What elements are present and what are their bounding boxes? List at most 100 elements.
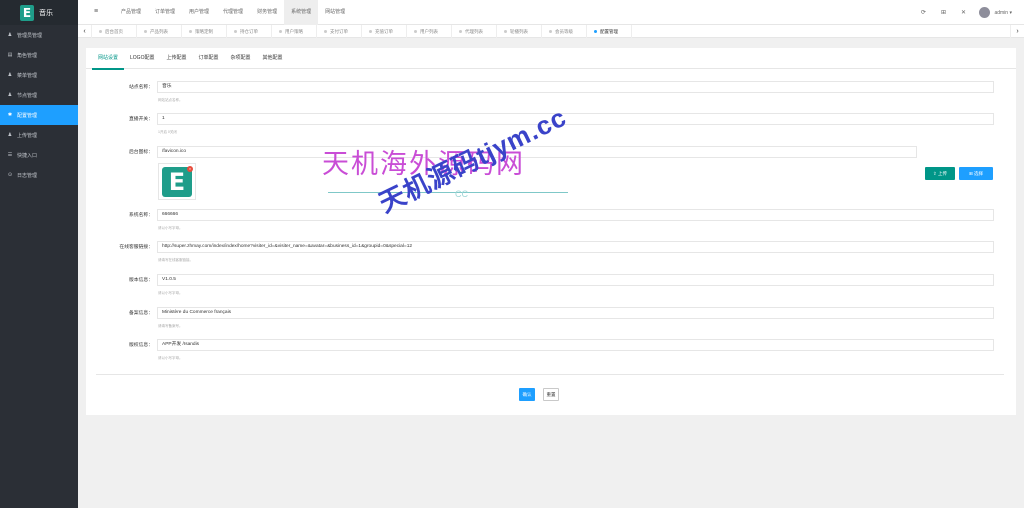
- top-menu-item[interactable]: 产品管理: [114, 0, 148, 25]
- page-tab-label: 代理列表: [465, 28, 483, 34]
- top-menu-item[interactable]: 代理管理: [216, 0, 250, 25]
- sidebar-item-label: 上传管理: [17, 132, 38, 139]
- tab-dot-icon: [414, 30, 417, 33]
- field-hint: 请填写在线客服链接。: [158, 258, 193, 262]
- list-icon: ☰: [7, 152, 13, 158]
- sidebar: E 音乐 ♟ 管理员管理 ▤ 角色管理 ♟ 菜单管理 ♟ 节点管理 ✱ 配置管理 ♟ 上传管理 ☰ 快捷入…: [0, 0, 78, 508]
- sidebar-item[interactable]: ✱ 配置管理: [0, 105, 78, 125]
- remove-image-icon[interactable]: ×: [187, 166, 193, 172]
- page-tab[interactable]: 产品列表: [137, 25, 182, 38]
- sidebar-item[interactable]: ♟ 菜单管理: [0, 65, 78, 85]
- upload-button[interactable]: ⇪ 上传: [925, 167, 955, 180]
- field-input[interactable]: APP开发 /Isandis: [157, 339, 994, 351]
- fullscreen-icon[interactable]: ⊞: [933, 9, 953, 16]
- gear-icon: ✱: [7, 112, 13, 118]
- page-tab[interactable]: 轮播列表: [497, 25, 542, 38]
- tab-dot-icon: [504, 30, 507, 33]
- field-input[interactable]: /favicon.ico: [157, 146, 917, 158]
- doc-icon: ▤: [7, 52, 13, 58]
- field-input[interactable]: 666666: [157, 209, 994, 221]
- top-menu-item[interactable]: 用户管理: [182, 0, 216, 25]
- page-tab[interactable]: 支付订单: [317, 25, 362, 38]
- top-menu-item[interactable]: 系统管理: [284, 0, 319, 25]
- field-label: 系统名称：: [129, 213, 153, 218]
- config-tab[interactable]: 上传配置: [160, 48, 192, 69]
- page-tab-label: 用户策略: [285, 28, 303, 34]
- select-button[interactable]: ⊞ 选择: [959, 167, 993, 180]
- page-tab-label: 产品列表: [150, 28, 168, 34]
- page-tab[interactable]: 持仓订单: [227, 25, 272, 38]
- page-tab-label: 配置管理: [600, 28, 618, 34]
- tab-dot-icon: [234, 30, 237, 33]
- user-icon: ♟: [7, 92, 13, 98]
- logo[interactable]: E 音乐: [0, 0, 78, 25]
- sidebar-item-label: 管理员管理: [17, 32, 43, 39]
- sidebar-item-label: 配置管理: [17, 112, 38, 119]
- app-root: E 音乐 ♟ 管理员管理 ▤ 角色管理 ♟ 菜单管理 ♟ 节点管理 ✱ 配置管理 ♟ 上传管理 ☰ 快捷入…: [0, 0, 1024, 508]
- config-tabs: 网站设置 LOGO配置 上传配置 订单配置 杂项配置 其他配置: [86, 48, 1016, 70]
- user-icon: ♟: [7, 32, 13, 38]
- user-icon: ♟: [7, 72, 13, 78]
- sidebar-item[interactable]: ♟ 管理员管理: [0, 25, 78, 45]
- sidebar-item[interactable]: ♟ 节点管理: [0, 85, 78, 105]
- field-label: 备案信息：: [129, 311, 153, 316]
- config-tab[interactable]: 杂项配置: [225, 48, 257, 69]
- tab-dot-icon: [144, 30, 147, 33]
- close-icon[interactable]: ✕: [953, 9, 973, 16]
- chevron-right-icon[interactable]: ›: [1010, 25, 1024, 38]
- sidebar-nav: ♟ 管理员管理 ▤ 角色管理 ♟ 菜单管理 ♟ 节点管理 ✱ 配置管理 ♟ 上传管理 ☰ 快捷入口 ⊙ 日志管…: [0, 25, 78, 185]
- field-hint: 请填写备案号。: [158, 324, 183, 328]
- tab-dot-icon: [189, 30, 192, 33]
- page-tab[interactable]: 配置管理: [587, 25, 632, 38]
- field-input[interactable]: http://super.zhmay.com/index/index/home?…: [157, 241, 994, 253]
- page-tab-label: 策略定制: [195, 28, 213, 34]
- field-hint: 1开启 0关闭: [158, 130, 177, 134]
- top-menu: 产品管理 订单管理 用户管理 代理管理 财务管理 系统管理 网站管理: [114, 0, 352, 25]
- top-menu-item[interactable]: 网站管理: [318, 0, 352, 25]
- page-tab[interactable]: 充值订单: [362, 25, 407, 38]
- field-hint: 请以小写字母。: [158, 226, 183, 230]
- field-label: 版本信息：: [129, 278, 153, 283]
- page-tabs-bar: ‹ 后台首页 产品列表 策略定制 持仓订单 用户策略 支付订单 充值订单 用户列表 代理列表 轮播…: [78, 25, 1024, 38]
- field-label: 站点名称：: [129, 85, 153, 90]
- config-tab[interactable]: 其他配置: [257, 48, 289, 69]
- user-menu[interactable]: admin ▾: [994, 10, 1012, 16]
- page-tab[interactable]: 后台首页: [92, 25, 137, 38]
- top-menu-item[interactable]: 订单管理: [148, 0, 182, 25]
- field-input[interactable]: Ministère du Commerce français: [157, 307, 994, 319]
- page-tab[interactable]: 会员等级: [542, 25, 587, 38]
- sidebar-item-label: 角色管理: [17, 52, 38, 59]
- page-tab[interactable]: 用户策略: [272, 25, 317, 38]
- menu-toggle-icon[interactable]: ≡: [94, 8, 98, 15]
- sidebar-item[interactable]: ⊙ 日志管理: [0, 165, 78, 185]
- refresh-icon[interactable]: ⟳: [913, 9, 933, 16]
- chevron-left-icon[interactable]: ‹: [78, 25, 92, 38]
- tab-dot-icon: [459, 30, 462, 33]
- page-tab-label: 后台首页: [105, 28, 123, 34]
- page-tab-label: 支付订单: [330, 28, 348, 34]
- config-tab[interactable]: 订单配置: [192, 48, 224, 69]
- field-input[interactable]: 音乐: [157, 81, 994, 93]
- top-menu-item[interactable]: 财务管理: [250, 0, 284, 25]
- config-tab[interactable]: LOGO配置: [124, 48, 160, 69]
- field-input[interactable]: 1: [157, 113, 994, 125]
- tab-dot-icon: [279, 30, 282, 33]
- watermark-cc: CC: [455, 189, 468, 199]
- sidebar-item[interactable]: ▤ 角色管理: [0, 45, 78, 65]
- field-input[interactable]: V1.0.5: [157, 274, 994, 286]
- avatar[interactable]: [979, 7, 991, 18]
- logo-preview: E ×: [158, 163, 196, 200]
- sidebar-item-label: 快捷入口: [17, 152, 38, 159]
- sidebar-item-label: 菜单管理: [17, 72, 38, 79]
- tab-dot-icon: [99, 30, 102, 33]
- globe-icon: ⊙: [7, 172, 13, 178]
- tab-dot-icon: [549, 30, 552, 33]
- config-tab[interactable]: 网站设置: [92, 48, 125, 70]
- sidebar-item[interactable]: ♟ 上传管理: [0, 125, 78, 145]
- page-tab[interactable]: 策略定制: [182, 25, 227, 38]
- page-tab[interactable]: 用户列表: [407, 25, 452, 38]
- page-tab[interactable]: 代理列表: [452, 25, 497, 38]
- sidebar-item[interactable]: ☰ 快捷入口: [0, 145, 78, 165]
- submit-button[interactable]: 确认: [519, 388, 535, 401]
- reset-button[interactable]: 重置: [543, 388, 559, 401]
